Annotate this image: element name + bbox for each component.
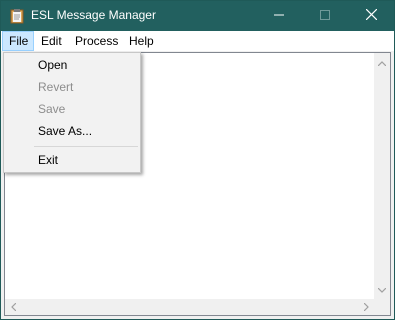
close-icon [365,8,377,23]
menu-bar: File Edit Process Help [1,31,394,51]
menu-process[interactable]: Process [69,31,124,51]
maximize-button[interactable] [302,1,348,31]
scroll-down-icon[interactable] [374,282,390,298]
app-window: ESL Message Manager File Edit Process He… [0,0,395,320]
menu-separator [34,146,138,147]
menu-help[interactable]: Help [123,31,160,51]
close-button[interactable] [348,1,394,31]
maximize-icon [320,9,330,23]
menu-item-exit[interactable]: Exit [5,149,139,171]
scroll-left-icon[interactable] [5,299,21,315]
horizontal-scrollbar[interactable] [5,299,374,315]
scroll-corner [374,298,390,315]
menu-item-revert: Revert [38,80,74,94]
clipboard-icon [9,8,25,24]
title-bar[interactable]: ESL Message Manager [1,1,394,31]
menu-item-save: Save [38,102,66,116]
menu-file[interactable]: File [2,31,34,51]
scroll-up-icon[interactable] [374,55,390,71]
scroll-right-icon[interactable] [358,299,374,315]
window-title: ESL Message Manager [31,8,156,22]
minimize-icon [274,9,284,23]
menu-item-open[interactable]: Open [5,54,139,76]
file-menu-dropdown: Open Revert Save Save As... Exit [3,52,141,173]
menu-item-save-as[interactable]: Save As... [5,120,139,142]
minimize-button[interactable] [256,1,302,31]
menu-edit[interactable]: Edit [35,31,68,51]
vertical-scrollbar[interactable] [374,53,390,298]
